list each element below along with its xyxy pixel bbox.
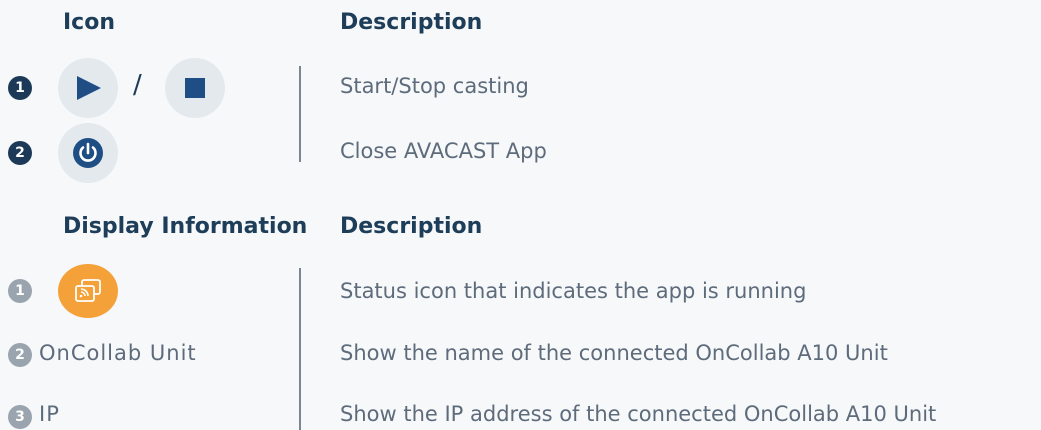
stop-button[interactable] — [165, 58, 225, 118]
column-divider — [299, 66, 301, 162]
row-description: Close AVACAST App — [340, 139, 547, 163]
row-number-badge: 2 — [8, 141, 32, 165]
description-column-header: Description — [340, 214, 483, 239]
column-divider — [299, 268, 301, 430]
power-icon — [73, 138, 103, 168]
display-information-header: Display Information — [63, 214, 308, 239]
oncollab-unit-label: OnCollab Unit — [39, 341, 197, 365]
icon-column-header: Icon — [63, 10, 116, 35]
icon-separator: / — [133, 70, 142, 100]
row-number-badge: 3 — [8, 405, 32, 429]
stop-icon — [185, 78, 205, 98]
ip-label: IP — [39, 402, 60, 426]
row-description: Start/Stop casting — [340, 74, 529, 98]
play-icon — [77, 76, 101, 100]
row-description: Show the IP address of the connected OnC… — [340, 402, 937, 426]
row-number-badge: 2 — [8, 343, 32, 367]
row-number-badge: 1 — [8, 279, 32, 303]
description-column-header: Description — [340, 10, 483, 35]
row-description: Status icon that indicates the app is ru… — [340, 279, 807, 303]
cast-status-icon — [75, 279, 101, 302]
row-number-badge: 1 — [8, 76, 32, 100]
row-description: Show the name of the connected OnCollab … — [340, 341, 888, 365]
power-button[interactable] — [58, 123, 118, 183]
status-indicator — [58, 264, 118, 318]
play-button[interactable] — [58, 58, 118, 118]
